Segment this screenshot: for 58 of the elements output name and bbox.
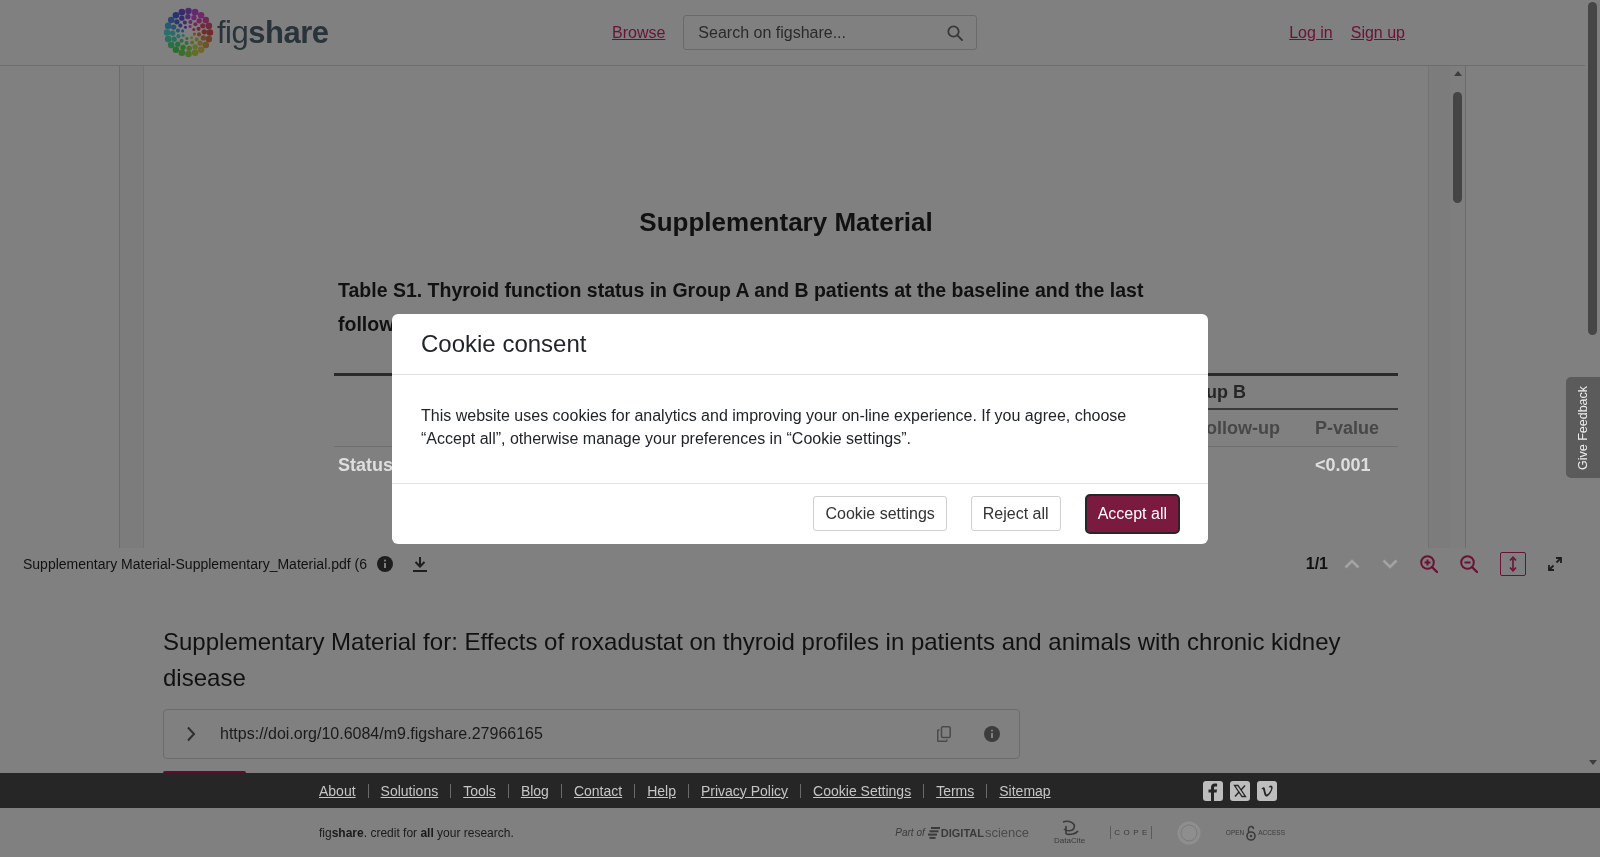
table-column-header: P-value — [1315, 417, 1380, 439]
footer-link[interactable]: Sitemap — [999, 782, 1051, 799]
scroll-up-icon[interactable] — [1453, 71, 1462, 76]
reject-all-button[interactable]: Reject all — [970, 496, 1061, 531]
doi-link[interactable]: https://doi.org/10.6084/m9.figshare.27966165 — [220, 725, 543, 743]
open-lock-icon — [1246, 824, 1257, 841]
tagline: figshare. credit for all your research. — [319, 825, 514, 840]
item-title: Supplementary Material for: Effects of roxadustat on thyroid profiles in patients and animals with chronic kidney disease — [163, 627, 1342, 693]
logo-text: DataCite — [1054, 836, 1086, 845]
cookie-settings-button[interactable]: Cookie settings — [813, 496, 947, 531]
info-icon[interactable] — [984, 726, 1000, 742]
x-logo-icon[interactable] — [1230, 780, 1250, 801]
footer-link[interactable]: About — [319, 782, 356, 799]
file-name: Supplementary Material-Supplementary_Material.pdf (6 — [23, 556, 367, 572]
chevron-down-icon — [1382, 559, 1398, 569]
zoom-out-icon — [1460, 555, 1478, 573]
zoom-out-button[interactable] — [1460, 555, 1478, 573]
logo-text: Part of — [895, 827, 925, 838]
dialog-message: This website uses cookies for analytics and improving your on-line experience. If you agree, choose “Accept all”, otherwise manage your preferences in “Cookie settings”. — [421, 405, 1128, 449]
vimeo-icon[interactable] — [1257, 780, 1277, 801]
expand-arrows-icon — [1548, 557, 1562, 571]
scroll-down-icon[interactable] — [1588, 760, 1597, 765]
zoom-in-button[interactable] — [1420, 555, 1438, 573]
footer-link[interactable]: Cookie Settings — [813, 782, 912, 799]
footer-link[interactable]: Help — [647, 782, 676, 799]
footer-link[interactable]: Blog — [520, 782, 549, 799]
facebook-icon[interactable] — [1203, 780, 1223, 801]
fit-height-button[interactable] — [1500, 552, 1526, 576]
chevron-up-icon — [1344, 559, 1360, 569]
footer-link[interactable]: Contact — [573, 782, 623, 799]
search-icon[interactable] — [947, 24, 964, 41]
table-caption-line: Table S1. Thyroid function status in Group A and B patients at the baseline and the last — [338, 278, 1144, 303]
stacked-bars-icon — [927, 826, 940, 839]
footer-link[interactable]: Solutions — [380, 782, 439, 799]
table-caption-line: follow — [338, 312, 395, 337]
info-icon[interactable] — [376, 556, 393, 572]
scrollbar-thumb[interactable] — [1453, 92, 1462, 203]
copy-icon[interactable] — [937, 726, 951, 742]
logo-text: COPE — [1110, 826, 1152, 839]
dot-swirl-icon[interactable] — [163, 7, 214, 58]
accept-all-button[interactable]: Accept all — [1084, 493, 1180, 534]
dialog-title: Cookie consent — [421, 329, 587, 358]
download-icon[interactable] — [412, 556, 427, 572]
footer-link[interactable]: Privacy Policy — [700, 782, 789, 799]
table-column-header: ollow-up — [1206, 417, 1280, 439]
table-cell: <0.001 — [1315, 454, 1371, 476]
scrollbar-thumb[interactable] — [1588, 2, 1597, 335]
page-indicator: 1/1 — [1305, 555, 1328, 573]
footer-link[interactable]: Terms — [936, 782, 975, 799]
logo-text: DIGITAL — [940, 826, 984, 839]
document-heading: Supplementary Material — [639, 207, 933, 237]
table-cell: Status — [338, 454, 393, 476]
feedback-tab[interactable]: Give Feedback — [1566, 377, 1600, 478]
search-field[interactable]: Search on figshare... — [683, 15, 978, 50]
zoom-in-icon — [1420, 555, 1438, 573]
chevron-right-icon[interactable] — [186, 726, 196, 742]
footer-link[interactable]: Tools — [463, 782, 496, 799]
fullscreen-button[interactable] — [1548, 557, 1562, 571]
